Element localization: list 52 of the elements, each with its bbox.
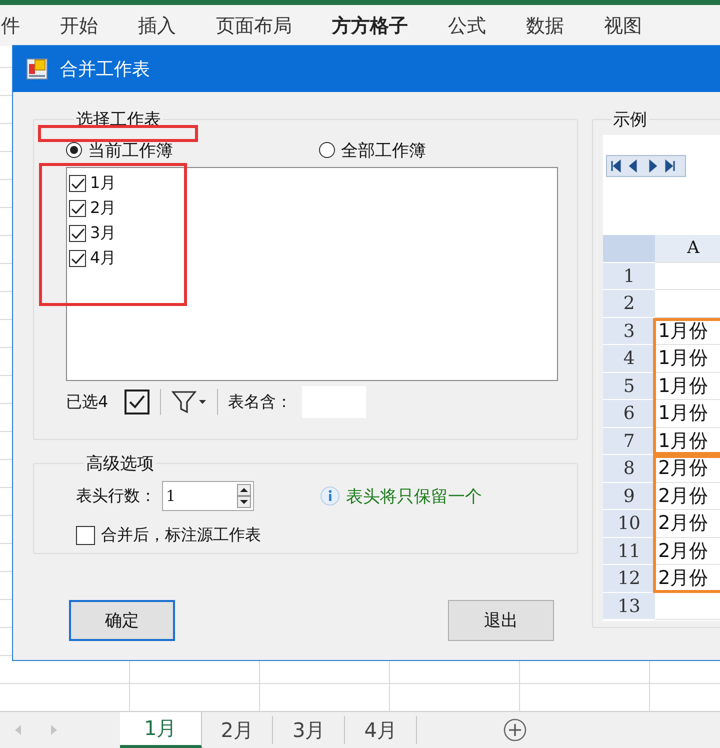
row-number: 2 — [603, 290, 656, 318]
selected-count: 已选4 — [66, 392, 108, 412]
group-title: 示例 — [612, 109, 648, 131]
column-header: A — [655, 235, 720, 262]
group-title: 高级选项 — [85, 453, 155, 475]
window-title: 合并工作表 — [60, 58, 150, 81]
sheet-checkbox[interactable]: 1月 — [69, 171, 169, 196]
row-number: 6 — [603, 400, 656, 428]
ribbon-tab[interactable]: 页面布局 — [216, 13, 292, 47]
select-all-icon[interactable] — [124, 389, 150, 415]
hint-text: 表头将只保留一个 — [346, 486, 482, 508]
row-number: 5 — [603, 372, 656, 400]
app-icon — [26, 58, 48, 80]
row-number: 10 — [603, 510, 656, 538]
filter-icon[interactable] — [171, 389, 208, 415]
row-number: 4 — [603, 345, 656, 372]
add-sheet-icon[interactable] — [502, 718, 527, 742]
row-number: 7 — [603, 428, 656, 455]
filter-label: 表名含： — [228, 392, 292, 412]
ribbon-tab[interactable]: 件 — [1, 13, 20, 47]
checkmark-icon — [70, 202, 84, 214]
sheet-tab[interactable]: 2月 — [202, 716, 274, 744]
header-rows-spinner[interactable]: 1 — [162, 481, 254, 511]
ok-button[interactable]: 确定 — [69, 600, 175, 641]
sheet-checkbox[interactable]: 4月 — [69, 246, 169, 271]
row-number: 13 — [603, 592, 656, 620]
sheet-checkbox[interactable]: 3月 — [69, 221, 169, 246]
row-number: 9 — [603, 482, 656, 510]
ribbon-tab[interactable]: 插入 — [138, 13, 176, 47]
row-number: 12 — [603, 565, 656, 592]
ribbon-tab[interactable]: 公式 — [448, 13, 486, 47]
sheet-tab[interactable]: 4月 — [345, 716, 417, 744]
row-number: 3 — [603, 318, 656, 345]
sheet-tab[interactable]: 3月 — [273, 716, 346, 744]
checkmark-icon — [70, 252, 84, 264]
mark-source-checkbox[interactable]: 合并后，标注源工作表 — [76, 523, 578, 548]
info-icon — [320, 486, 340, 506]
radio-option[interactable]: 全部工作簿 — [319, 138, 426, 162]
sheet-nav-icon — [606, 155, 686, 177]
ribbon-tab[interactable]: 数据 — [526, 13, 564, 47]
row-number: 11 — [603, 538, 656, 565]
sheet-tab[interactable]: 1月 — [120, 712, 202, 748]
checkmark-icon — [70, 228, 84, 240]
row-number: 8 — [603, 455, 656, 482]
ribbon-tab[interactable]: 开始 — [60, 13, 98, 47]
radio-option[interactable]: 当前工作簿 — [66, 138, 173, 162]
row-number: 1 — [603, 262, 656, 290]
checkmark-icon — [70, 178, 84, 190]
header-rows-label: 表头行数： — [76, 486, 156, 506]
exit-button[interactable]: 退出 — [448, 600, 554, 641]
ribbon-tab[interactable]: 视图 — [604, 13, 642, 47]
sheet-checkbox[interactable]: 2月 — [69, 196, 169, 221]
